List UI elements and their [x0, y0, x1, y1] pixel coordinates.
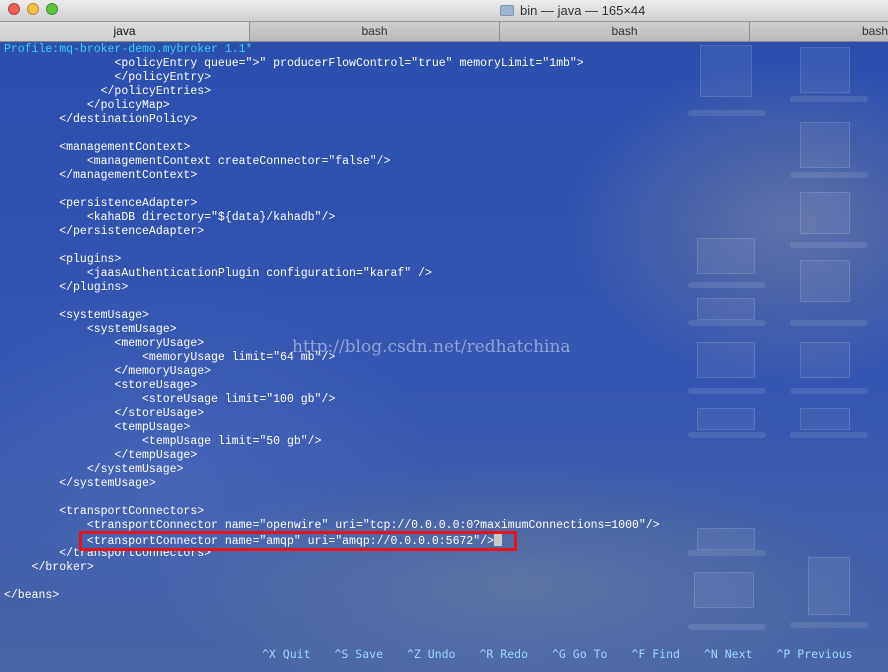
- code-line: <storeUsage limit="100 gb"/>: [4, 393, 336, 406]
- window-titlebar: bin — java — 165×44: [0, 0, 888, 22]
- code-line: </destinationPolicy>: [4, 113, 198, 126]
- code-line: <tempUsage limit="50 gb"/>: [4, 435, 322, 448]
- shortcut-next[interactable]: ^N Next: [704, 647, 753, 661]
- shortcut-label: Save: [355, 647, 383, 661]
- code-line: </plugins>: [4, 281, 129, 294]
- shortcut-key: ^N: [703, 647, 718, 661]
- shortcut-key: ^P: [776, 647, 791, 661]
- code-line: <managementContext createConnector="fals…: [4, 155, 391, 168]
- code-line: <storeUsage>: [4, 379, 198, 392]
- shortcut-label: Redo: [500, 647, 528, 661]
- code-line: </persistenceAdapter>: [4, 225, 205, 238]
- tab-bash-3[interactable]: bash: [750, 22, 888, 41]
- code-line: <systemUsage>: [4, 309, 149, 322]
- code-line: </managementContext>: [4, 169, 198, 182]
- shortcut-key: ^Z: [407, 647, 421, 661]
- terminal-content[interactable]: Profile:mq-broker-demo.mybroker 1.1* <po…: [0, 42, 888, 672]
- shortcut-quit[interactable]: ^X Quit: [262, 647, 311, 661]
- tab-bash-1[interactable]: bash: [250, 22, 500, 41]
- code-line: </beans>: [4, 589, 60, 602]
- profile-status-line: Profile:mq-broker-demo.mybroker 1.1*: [4, 43, 253, 56]
- shortcut-label: Undo: [427, 647, 456, 661]
- code-line: <kahaDB directory="${data}/kahadb"/>: [4, 211, 336, 224]
- window-title-text: bin — java — 165×44: [520, 3, 646, 18]
- shortcut-label: Quit: [282, 647, 311, 661]
- code-line: <managementContext>: [4, 141, 191, 154]
- traffic-lights: [8, 3, 58, 15]
- window-title: bin — java — 165×44: [500, 3, 645, 18]
- watermark: http://blog.csdn.net/redhatchina: [292, 337, 571, 357]
- code-line: </policyEntries>: [4, 85, 212, 98]
- shortcut-redo[interactable]: ^R Redo: [480, 647, 529, 661]
- code-line: <persistenceAdapter>: [4, 197, 198, 210]
- code-editor[interactable]: Profile:mq-broker-demo.mybroker 1.1* <po…: [4, 43, 660, 603]
- code-line: <jaasAuthenticationPlugin configuration=…: [4, 267, 432, 280]
- shortcut-save[interactable]: ^S Save: [335, 647, 384, 661]
- shortcut-label: Find: [652, 647, 680, 661]
- code-line: </policyMap>: [4, 99, 170, 112]
- shortcut-previous[interactable]: ^P Previous: [776, 647, 852, 661]
- shortcut-key: ^R: [479, 647, 494, 661]
- code-line: <plugins>: [4, 253, 122, 266]
- shortcut-undo[interactable]: ^Z Undo: [407, 647, 456, 661]
- zoom-window-button[interactable]: [46, 3, 58, 15]
- highlight-box: [79, 531, 517, 551]
- tab-java[interactable]: java: [0, 22, 250, 41]
- code-line: </storeUsage>: [4, 407, 205, 420]
- code-line: <policyEntry queue=">" producerFlowContr…: [4, 57, 584, 70]
- shortcut-find[interactable]: ^F Find: [631, 647, 680, 661]
- tab-bash-2[interactable]: bash: [500, 22, 750, 41]
- shortcut-goto[interactable]: ^G Go To: [552, 647, 607, 661]
- shortcut-key: ^F: [631, 647, 646, 661]
- minimize-window-button[interactable]: [27, 3, 39, 15]
- code-line: </broker>: [4, 561, 94, 574]
- shortcut-label: Previous: [797, 647, 853, 661]
- code-line: </policyEntry>: [4, 71, 212, 84]
- code-line: </systemUsage>: [4, 463, 184, 476]
- code-line: </memoryUsage>: [4, 365, 212, 378]
- close-window-button[interactable]: [8, 3, 20, 15]
- tab-bar: java bash bash bash: [0, 22, 888, 42]
- shortcut-label: Next: [724, 647, 753, 661]
- shortcut-key: ^G: [552, 647, 566, 661]
- shortcut-key: ^X: [262, 647, 276, 661]
- code-line: </systemUsage>: [4, 477, 156, 490]
- code-line: <transportConnectors>: [4, 505, 205, 518]
- code-line: </tempUsage>: [4, 449, 198, 462]
- code-line: <systemUsage>: [4, 323, 177, 336]
- shortcut-key: ^S: [334, 647, 349, 661]
- shortcut-label: Go To: [572, 647, 608, 661]
- code-line: <tempUsage>: [4, 421, 191, 434]
- folder-icon: [500, 5, 514, 16]
- shortcut-bar: ^X Quit ^S Save ^Z Undo ^R Redo ^G Go To…: [262, 647, 877, 661]
